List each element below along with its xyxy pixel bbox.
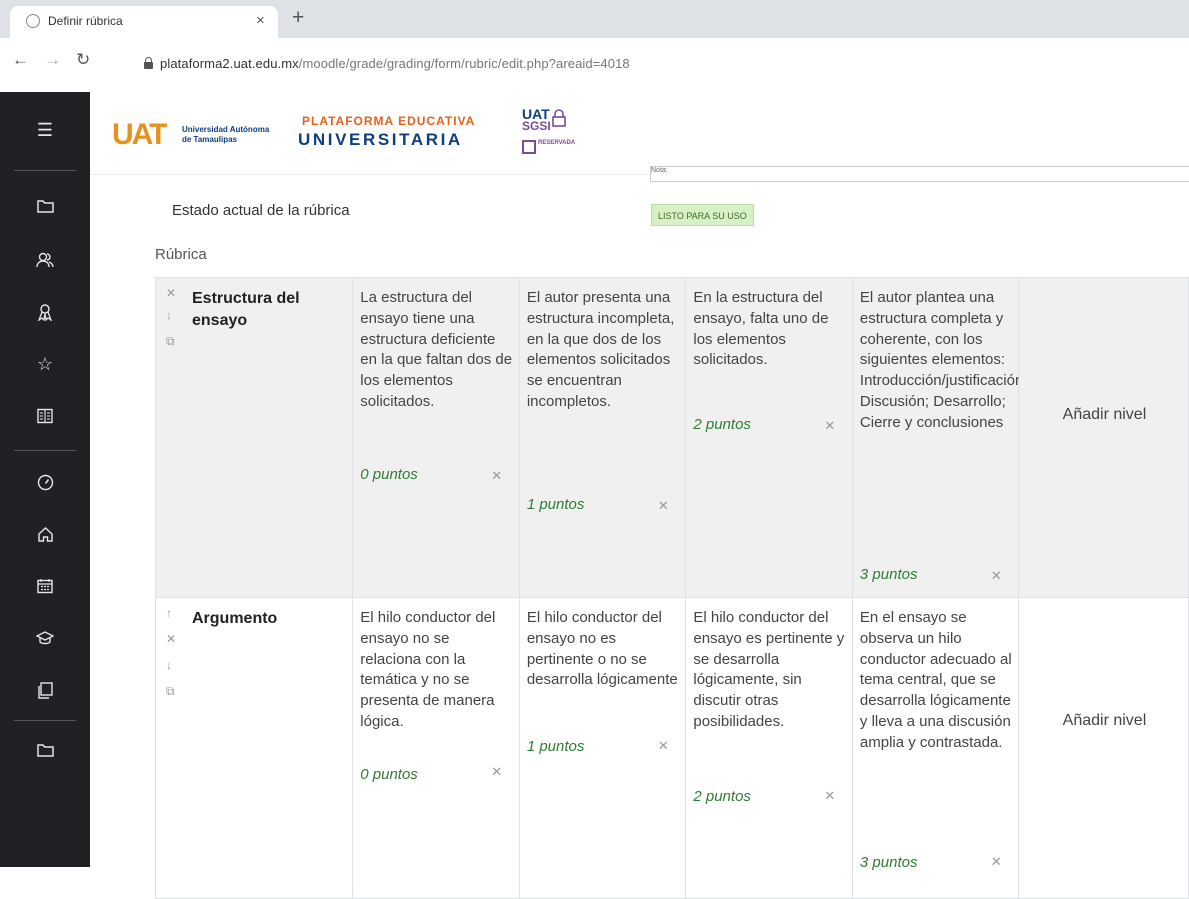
delete-level-icon[interactable]: ✕ xyxy=(658,738,669,754)
uat-sub-line1: Universidad Autónoma xyxy=(182,125,270,134)
browser-tab[interactable]: Definir rúbrica × xyxy=(10,6,278,38)
folder-icon[interactable] xyxy=(0,186,90,226)
level-cell[interactable]: El hilo conductor del ensayo no es perti… xyxy=(518,597,687,899)
level-cell[interactable]: En la estructura del ensayo, falta uno d… xyxy=(685,277,853,598)
browser-address-bar: ← → ↻ plataforma2.uat.edu.mx/moodle/grad… xyxy=(0,38,1189,93)
add-level-cell: Añadir nivel xyxy=(1018,277,1189,598)
criterion-row: ↑ ✕ ↓ ⧉ Argumento El hilo conductor del … xyxy=(154,597,1189,899)
content-bank-icon[interactable] xyxy=(0,670,90,710)
url-host: plataforma2.uat.edu.mx xyxy=(160,56,299,71)
level-definition[interactable]: La estructura del ensayo tiene una estru… xyxy=(360,288,512,413)
duplicate-criterion-icon[interactable]: ⧉ xyxy=(166,334,175,349)
level-score[interactable]: 0 puntos xyxy=(360,466,418,483)
url-field[interactable]: plataforma2.uat.edu.mx/moodle/grade/grad… xyxy=(134,46,1174,82)
new-tab-icon[interactable]: + xyxy=(292,7,304,28)
tab-title: Definir rúbrica xyxy=(48,14,123,28)
sidebar-divider xyxy=(14,720,76,721)
tab-close-icon[interactable]: × xyxy=(256,12,265,29)
criterion-name[interactable]: Argumento xyxy=(192,608,342,630)
grades-book-icon[interactable] xyxy=(0,396,90,436)
add-level-button[interactable]: Añadir nivel xyxy=(1019,406,1189,424)
uat-logo-text: UAT xyxy=(112,118,167,151)
uat-logo[interactable]: UAT xyxy=(112,118,167,152)
delete-level-icon[interactable]: ✕ xyxy=(658,498,669,514)
url-path: /moodle/grade/grading/form/rubric/edit.p… xyxy=(298,56,630,71)
rubric-status-label: Estado actual de la rúbrica xyxy=(172,202,350,219)
add-level-button[interactable]: Añadir nivel xyxy=(1019,712,1189,730)
level-score[interactable]: 2 puntos xyxy=(693,788,751,805)
add-level-cell: Añadir nivel xyxy=(1018,597,1189,899)
level-cell[interactable]: El autor plantea una estructura completa… xyxy=(851,277,1028,598)
sgsi-lock-icon xyxy=(552,109,566,127)
rubric-section-label: Rúbrica xyxy=(155,246,207,263)
reserved-box-icon xyxy=(522,140,536,154)
sidebar-divider xyxy=(14,170,76,171)
level-definition[interactable]: El autor plantea una estructura completa… xyxy=(860,288,1028,434)
competencies-star-icon[interactable]: ☆ xyxy=(0,344,90,384)
browser-tab-bar: Definir rúbrica × + xyxy=(0,0,1189,38)
move-down-icon[interactable]: ↓ xyxy=(166,658,172,672)
level-definition[interactable]: El hilo conductor del ensayo no se relac… xyxy=(360,608,512,733)
level-definition[interactable]: En la estructura del ensayo, falta uno d… xyxy=(693,288,845,371)
courses-cap-icon[interactable] xyxy=(0,618,90,658)
calendar-icon[interactable] xyxy=(0,566,90,606)
level-cell[interactable]: El hilo conductor del ensayo no se relac… xyxy=(352,597,520,899)
level-score[interactable]: 2 puntos xyxy=(693,416,751,433)
level-definition[interactable]: El hilo conductor del ensayo no es perti… xyxy=(527,608,679,691)
delete-level-icon[interactable]: ✕ xyxy=(991,854,1002,870)
participants-icon[interactable] xyxy=(0,240,90,280)
delete-level-icon[interactable]: ✕ xyxy=(991,568,1002,584)
sgsi-text: SGSI xyxy=(522,119,551,133)
delete-criterion-icon[interactable]: ✕ xyxy=(166,286,176,300)
criterion-name[interactable]: Estructura del ensayo xyxy=(192,288,342,332)
level-score[interactable]: 3 puntos xyxy=(860,854,918,871)
criterion-cell: ✕ ↓ ⧉ Estructura del ensayo xyxy=(154,277,354,598)
delete-criterion-icon[interactable]: ✕ xyxy=(166,632,176,646)
duplicate-criterion-icon[interactable]: ⧉ xyxy=(166,684,175,699)
criterion-row: ✕ ↓ ⧉ Estructura del ensayo La estructur… xyxy=(154,277,1189,598)
move-down-icon[interactable]: ↓ xyxy=(166,308,172,322)
page-favicon-icon xyxy=(26,14,40,28)
badges-icon[interactable] xyxy=(0,292,90,332)
private-files-folder-icon[interactable] xyxy=(0,730,90,770)
dashboard-gauge-icon[interactable] xyxy=(0,462,90,502)
home-icon[interactable] xyxy=(0,514,90,554)
note-field[interactable]: Nota: xyxy=(650,166,1189,182)
lock-icon xyxy=(144,57,153,69)
uat-sub-line2: de Tamaulipas xyxy=(182,135,237,144)
move-up-icon[interactable]: ↑ xyxy=(166,606,172,620)
rubric-table: ✕ ↓ ⧉ Estructura del ensayo La estructur… xyxy=(154,277,1189,899)
sgsi-reserved: RESERVADA xyxy=(538,140,576,146)
delete-level-icon[interactable]: ✕ xyxy=(824,788,835,804)
level-score[interactable]: 3 puntos xyxy=(860,566,918,583)
level-cell[interactable]: El autor presenta una estructura incompl… xyxy=(518,277,687,598)
level-score[interactable]: 1 puntos xyxy=(527,738,585,755)
delete-level-icon[interactable]: ✕ xyxy=(824,418,835,434)
menu-icon[interactable]: ☰ xyxy=(0,110,90,150)
forward-arrow-icon[interactable]: → xyxy=(44,50,61,70)
delete-level-icon[interactable]: ✕ xyxy=(491,764,502,780)
level-definition[interactable]: El hilo conductor del ensayo es pertinen… xyxy=(693,608,845,733)
delete-level-icon[interactable]: ✕ xyxy=(491,468,502,484)
uat-subtitle: Universidad Autónoma de Tamaulipas xyxy=(182,125,269,145)
site-header: UAT Universidad Autónoma de Tamaulipas P… xyxy=(90,92,1189,175)
sidebar-divider xyxy=(14,450,76,451)
criterion-cell: ↑ ✕ ↓ ⧉ Argumento xyxy=(154,597,354,899)
level-definition[interactable]: El autor presenta una estructura incompl… xyxy=(527,288,679,413)
level-cell[interactable]: La estructura del ensayo tiene una estru… xyxy=(352,277,520,598)
level-score[interactable]: 1 puntos xyxy=(527,496,585,513)
status-badge: LISTO PARA SU USO xyxy=(651,204,754,226)
level-score[interactable]: 0 puntos xyxy=(360,766,418,783)
platform-title-bottom: UNIVERSITARIA xyxy=(298,130,463,149)
level-cell[interactable]: En el ensayo se observa un hilo conducto… xyxy=(851,597,1020,899)
sgsi-logo: UAT SGSI RESERVADA xyxy=(522,107,582,162)
reload-icon[interactable]: ↻ xyxy=(76,50,90,70)
level-cell[interactable]: El hilo conductor del ensayo es pertinen… xyxy=(685,597,853,899)
moodle-sidebar: ☰ ☆ xyxy=(0,92,90,867)
platform-title-top: PLATAFORMA EDUCATIVA xyxy=(302,114,476,128)
back-arrow-icon[interactable]: ← xyxy=(12,50,29,70)
level-definition[interactable]: En el ensayo se observa un hilo conducto… xyxy=(860,608,1012,754)
